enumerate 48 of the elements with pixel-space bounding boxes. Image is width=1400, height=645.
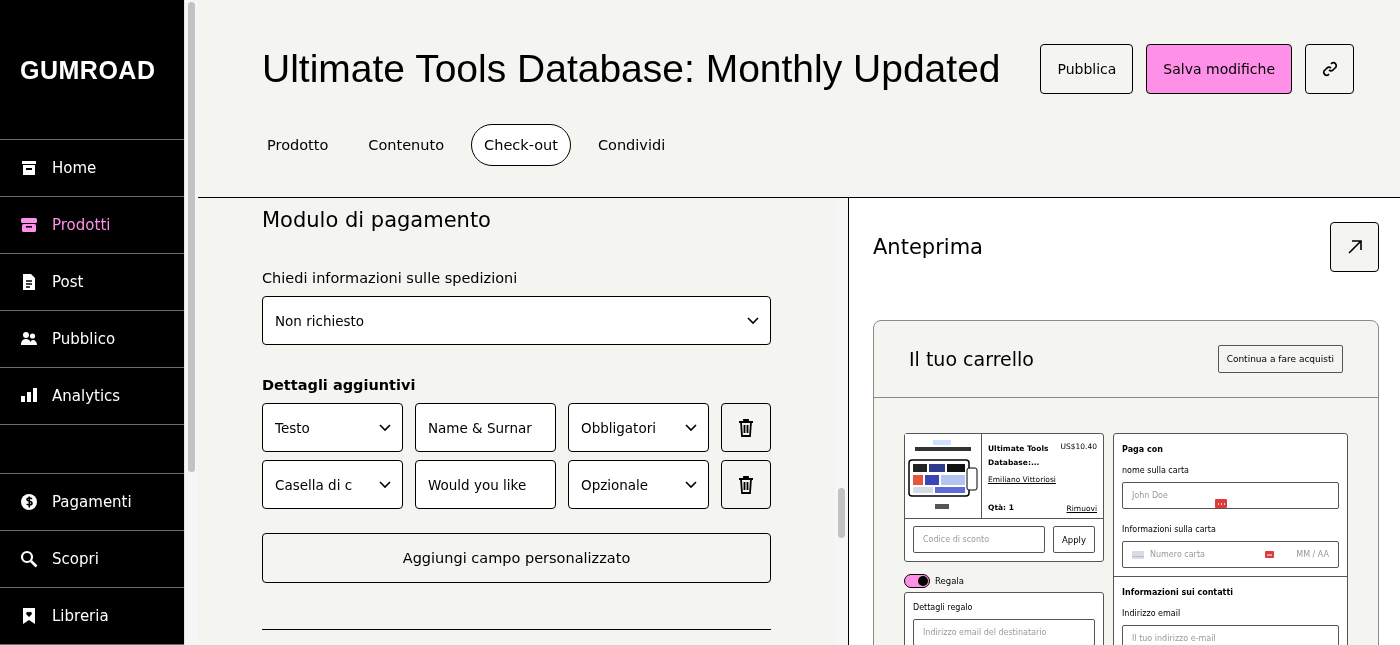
field-label: Chiedi informazioni sulle spedizioni [262,270,519,286]
section-title: Anteprima [873,235,983,259]
select-field[interactable]: Obbligatori [568,403,709,452]
field-label: Informazioni sulla carta [1122,525,1217,534]
password-manager-icon [1265,551,1275,558]
search-icon [20,550,38,568]
tab[interactable]: Condividi [584,124,679,166]
save-button[interactable]: Salva modifiche [1146,44,1292,94]
select-field[interactable]: Non richiesto [262,296,771,345]
input-field[interactable]: Name & Surnar [415,403,556,452]
link-button[interactable] [1305,44,1354,94]
tab[interactable]: Check-out [471,124,571,166]
continue-shopping-button[interactable]: Continua a fare acquisti [1217,345,1343,373]
people-icon [20,330,38,348]
document-icon [20,273,38,291]
field-label: Dettagli aggiuntivi [262,377,417,393]
select-field[interactable]: Casella di c [262,460,403,509]
section-heading: Paga con [1122,445,1164,454]
store-icon [20,159,38,177]
password-manager-icon [1215,499,1227,508]
section-heading: Informazioni sui contatti [1122,588,1234,597]
select-field[interactable]: Testo [262,403,403,452]
delete-button[interactable] [721,403,771,452]
section-title: Modulo di pagamento [262,208,492,232]
bookmark-heart-icon [20,607,38,625]
add-field-button[interactable]: Aggiungi campo personalizzato [262,533,771,583]
page-title: Ultimate Tools Database: Monthly Updated [262,47,1001,91]
tab[interactable]: Prodotto [254,124,342,166]
cart-title: Il tuo carrello [909,348,1034,370]
trash-icon [738,418,754,437]
apply-button[interactable]: Apply [1053,526,1095,553]
toggle-label: Regala [935,576,964,586]
field-label: nome sulla carta [1122,466,1190,475]
field-label: Indirizzo email [1122,609,1182,618]
credit-card-icon [1132,550,1144,559]
trash-icon [738,475,754,494]
delete-button[interactable] [721,460,771,509]
input-field[interactable]: Would you like [415,460,556,509]
field-label: Dettagli regalo [913,603,974,612]
link-icon [1320,60,1339,78]
tab[interactable]: Contenuto [355,124,458,166]
select-field[interactable]: Opzionale [568,460,709,509]
open-preview-button[interactable] [1330,222,1379,272]
dollar-coin-icon [20,493,38,511]
bar-chart-icon [20,387,38,405]
archive-box-icon [20,216,38,234]
publish-button[interactable]: Pubblica [1040,44,1134,94]
gift-toggle[interactable] [904,574,930,588]
